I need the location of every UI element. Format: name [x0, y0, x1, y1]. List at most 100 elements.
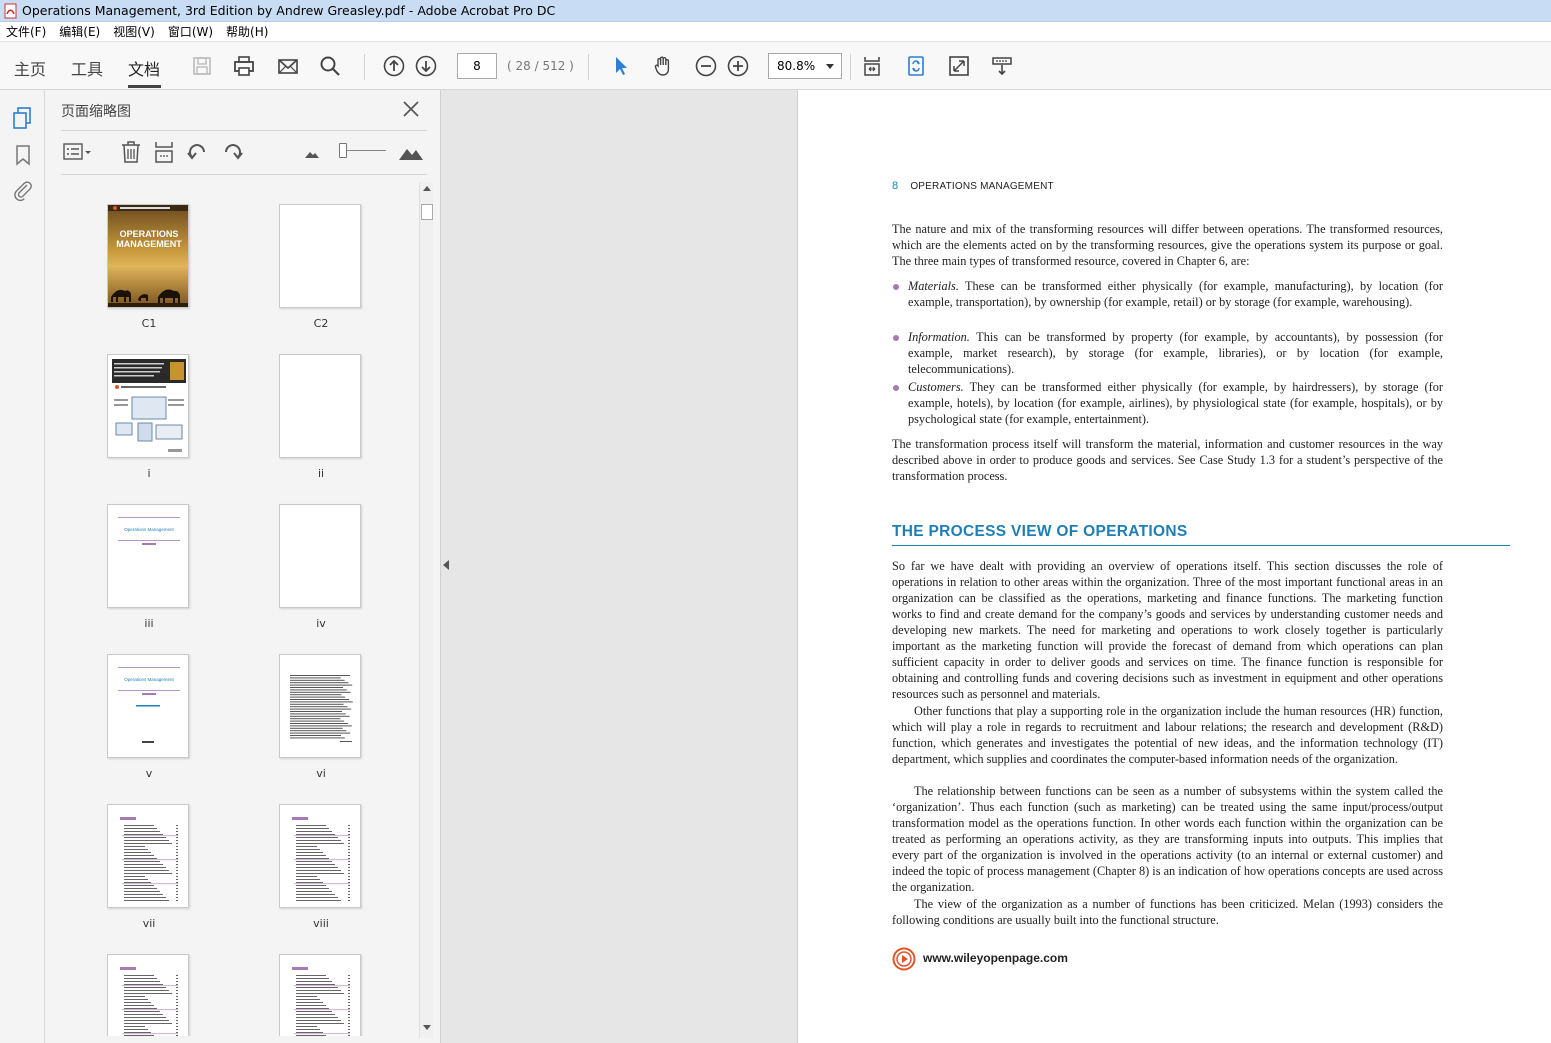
bullet-term: Customers. — [908, 380, 964, 394]
zoom-select[interactable]: 80.8% — [768, 53, 842, 79]
thumbnail-scrollbar[interactable] — [419, 182, 433, 1038]
zoom-in-icon[interactable] — [724, 52, 752, 80]
page-thumbnail[interactable]: vi — [279, 654, 363, 780]
menu-window[interactable]: 窗口(W) — [168, 23, 213, 40]
thumbnail-label: i — [147, 467, 151, 480]
intro-paragraph: The nature and mix of the transforming r… — [892, 222, 1443, 268]
page-thumbnail[interactable]: i — [107, 354, 191, 480]
transformation-paragraph: The transformation process itself will t… — [892, 437, 1443, 483]
scroll-down-arrow-icon[interactable] — [423, 1025, 431, 1030]
large-thumbnail-icon[interactable] — [397, 139, 425, 165]
thumbnail-image[interactable] — [107, 354, 189, 458]
scrollbar-thumb[interactable] — [421, 204, 433, 220]
thumbnail-label: vi — [316, 767, 326, 780]
page-number-input[interactable]: 8 — [457, 53, 497, 79]
window-title: Operations Management, 3rd Edition by An… — [22, 3, 556, 18]
website-link[interactable]: www.wileyopenpage.com — [923, 951, 1068, 965]
scrolling-mode-icon[interactable] — [858, 52, 886, 80]
delete-page-icon[interactable] — [118, 139, 144, 165]
thumbnail-title: Operations Management — [124, 677, 174, 682]
zoom-out-icon[interactable] — [692, 52, 720, 80]
navigation-rail — [0, 90, 45, 1043]
thumbnail-panel: 页面缩略图 OPERATIONS MANAGEMENT C1 C2 i ii Ope — [45, 90, 441, 1043]
full-screen-icon[interactable] — [945, 52, 973, 80]
bullet-dot-icon — [893, 284, 899, 290]
scroll-up-arrow-icon[interactable] — [423, 186, 431, 191]
menu-edit[interactable]: 编辑(E) — [59, 23, 100, 40]
running-head-title: OPERATIONS MANAGEMENT — [910, 181, 1054, 192]
thumbnail-image[interactable] — [107, 804, 189, 908]
attachments-icon[interactable] — [10, 177, 36, 203]
wiley-open-page-icon — [892, 947, 916, 971]
body-paragraph: So far we have dealt with providing an o… — [892, 559, 1443, 701]
collapse-panel-icon[interactable] — [443, 560, 449, 570]
thumbnail-size-slider[interactable] — [342, 150, 386, 151]
thumbnail-image[interactable] — [107, 954, 189, 1036]
acrobat-window: Operations Management, 3rd Edition by An… — [0, 0, 1551, 1043]
tab-document[interactable]: 文档 — [128, 56, 160, 80]
bullet-text: They can be transformed either physicall… — [908, 380, 1443, 426]
list-item: Customers. They can be transformed eithe… — [892, 379, 1443, 427]
page-thumbnail[interactable]: Operations Management v — [107, 654, 191, 780]
chevron-down-icon — [826, 64, 834, 69]
page-thumbnail[interactable]: OPERATIONS MANAGEMENT C1 — [107, 204, 191, 330]
bookmarks-icon[interactable] — [10, 142, 36, 168]
rotate-view-icon[interactable] — [902, 52, 930, 80]
menu-view[interactable]: 视图(V) — [113, 23, 155, 40]
bullet-term: Information. — [908, 330, 970, 344]
page-thumbnail[interactable]: ii — [279, 354, 363, 480]
hand-tool-icon[interactable] — [649, 52, 677, 80]
tab-tools[interactable]: 工具 — [71, 56, 103, 80]
thumbnail-image[interactable] — [279, 204, 361, 308]
thumbnail-image[interactable]: OPERATIONS MANAGEMENT — [107, 204, 189, 308]
thumbnail-image[interactable] — [279, 804, 361, 908]
options-menu-icon[interactable] — [62, 139, 91, 165]
rotate-clockwise-icon[interactable] — [219, 139, 245, 165]
thumbnail-image[interactable] — [279, 654, 361, 758]
page-thumbnail[interactable]: iv — [279, 504, 363, 630]
section-rule — [892, 545, 1510, 546]
panel-title: 页面缩略图 — [61, 104, 131, 120]
tab-home[interactable]: 主页 — [14, 56, 46, 80]
close-icon[interactable] — [401, 99, 421, 119]
thumbnail-label: vii — [142, 917, 156, 930]
select-tool-icon[interactable] — [606, 52, 634, 80]
menu-help[interactable]: 帮助(H) — [226, 23, 268, 40]
thumbnail-image[interactable] — [279, 354, 361, 458]
previous-page-icon[interactable] — [380, 52, 408, 80]
page-thumbnails-icon[interactable] — [10, 105, 36, 131]
pdf-page: 8 OPERATIONS MANAGEMENT The nature and mi… — [797, 90, 1551, 1043]
page-thumbnail[interactable]: Operations Management iii — [107, 504, 191, 630]
body-paragraph: The relationship between functions can b… — [892, 784, 1443, 894]
search-icon[interactable] — [316, 52, 344, 80]
thumbnail-image[interactable]: Operations Management — [107, 504, 189, 608]
slider-handle[interactable] — [339, 143, 347, 158]
bullet-term: Materials. — [908, 279, 959, 293]
thumbnail-image[interactable] — [279, 954, 361, 1036]
next-page-icon[interactable] — [412, 52, 440, 80]
thumbnail-image[interactable]: Operations Management — [107, 654, 189, 758]
panel-divider — [61, 174, 427, 175]
page-thumbnail[interactable]: vii — [107, 804, 191, 930]
page-thumbnail[interactable] — [279, 954, 363, 1036]
print-icon[interactable] — [230, 52, 258, 80]
zoom-value: 80.8% — [777, 59, 816, 73]
section-heading: THE PROCESS VIEW OF OPERATIONS — [892, 523, 1188, 540]
insert-page-icon[interactable] — [151, 139, 177, 165]
small-thumbnail-icon[interactable] — [302, 142, 322, 162]
thumbnail-title: Operations Management — [124, 527, 174, 532]
save-icon[interactable] — [188, 52, 216, 80]
body-paragraph: The view of the organization as a number… — [892, 897, 1443, 927]
rotate-counterclockwise-icon[interactable] — [185, 139, 211, 165]
bullet-dot-icon — [893, 335, 899, 341]
panel-divider — [61, 130, 427, 131]
menu-file[interactable]: 文件(F) — [6, 23, 46, 40]
bullet-text: This can be transformed by property (for… — [908, 330, 1443, 376]
page-thumbnail[interactable]: viii — [279, 804, 363, 930]
page-thumbnail[interactable]: C2 — [279, 204, 363, 330]
page-thumbnail[interactable] — [107, 954, 191, 1036]
email-icon[interactable] — [274, 52, 302, 80]
read-mode-icon[interactable] — [988, 52, 1016, 80]
thumbnail-image[interactable] — [279, 504, 361, 608]
acrobat-pdf-icon — [4, 3, 18, 19]
